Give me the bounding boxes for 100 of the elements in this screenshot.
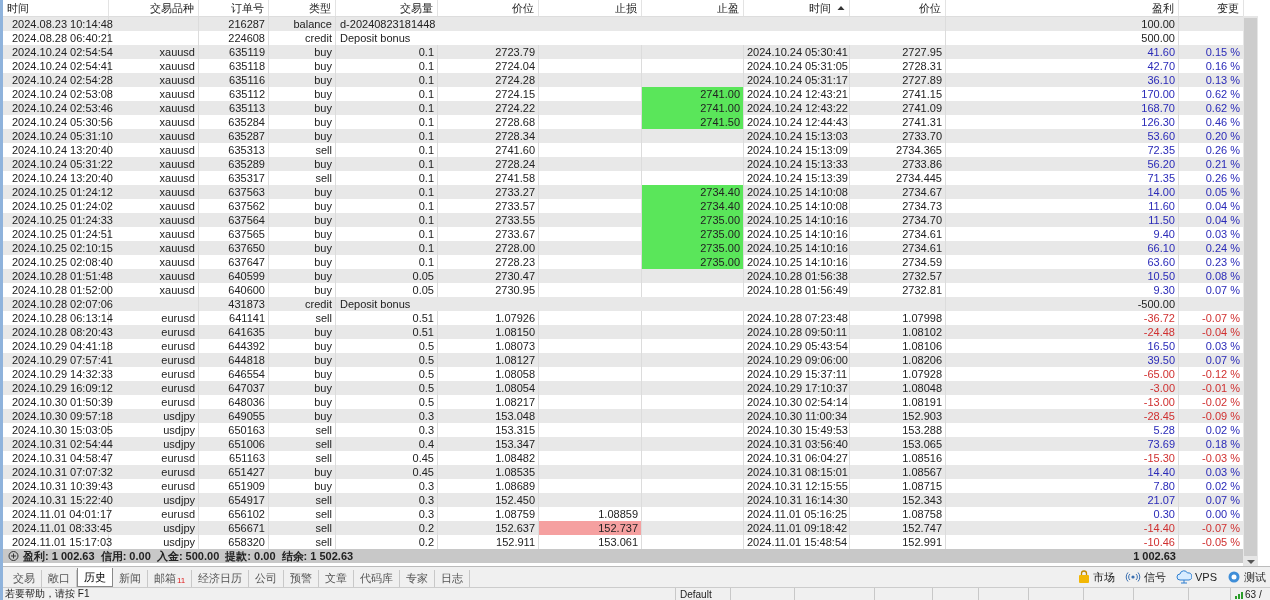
column-header[interactable]: 价位 (512, 0, 534, 16)
table-cell: 2024.10.28 02:07:06 (12, 297, 113, 311)
table-cell: 2735.00 (642, 213, 744, 227)
table-row[interactable]: 2024.10.25 02:10:15 xauusd 637650 buy 0.1 2728.00 2735.00 2024.10.25 14:10:16 2734.61 66.10 0.24 % (3, 241, 1243, 255)
tab[interactable]: 预警 (284, 570, 320, 587)
table-row[interactable]: 2024.10.24 02:54:28 xauusd 635116 buy 0.1 2724.28 2024.10.24 05:31:17 2727.89 36.10 0.13 % (3, 73, 1243, 87)
table-cell: 2735.00 (642, 241, 744, 255)
table-cell: 2024.10.30 01:50:39 (12, 395, 113, 409)
table-row[interactable]: 2024.10.30 09:57:18 usdjpy 649055 buy 0.3 153.048 2024.10.30 11:00:34 152.903 -28.45 -0.09 % (3, 409, 1243, 423)
tab[interactable]: 历史 (77, 568, 113, 587)
table-cell: 2024.10.24 05:31:10 (12, 129, 113, 143)
table-cell: 152.737 (539, 521, 642, 535)
table-cell: 2024.10.25 01:24:02 (12, 199, 113, 213)
summary-text: 盈利: 1 002.63 信用: 0.00 入金: 500.00 提款: 0.00 结余: 1 502.63 (23, 549, 354, 563)
table-row[interactable]: 2024.10.29 07:57:41 eurusd 644818 buy 0.5 1.08127 2024.10.29 09:06:00 1.08206 39.50 0.07 % (3, 353, 1243, 367)
table-cell: 2024.10.24 02:53:08 (12, 87, 113, 101)
broadcast-icon (1125, 571, 1141, 583)
table-cell: 2024.10.24 02:54:28 (12, 73, 113, 87)
table-row[interactable]: 2024.10.31 15:22:40 usdjpy 654917 sell 0.3 152.450 2024.10.31 16:14:30 152.343 21.07 0.07 % (3, 493, 1243, 507)
unread-count: 11 (177, 576, 186, 585)
tab[interactable]: 交易 (7, 570, 42, 587)
table-cell: 2024.10.29 16:09:12 (12, 381, 113, 395)
table-cell: 2024.10.30 15:03:05 (12, 423, 113, 437)
tab[interactable]: 新闻 (113, 570, 148, 587)
table-row[interactable]: 2024.10.28 08:20:43 eurusd 641635 buy 0.51 1.08150 2024.10.28 09:50:11 1.08102 -24.48 -0.04 % (3, 325, 1243, 339)
table-cell: d-20240823181448 (340, 18, 436, 30)
table-cell: 2024.10.24 05:30:56 (12, 115, 113, 129)
table-cell: 2024.10.29 07:57:41 (12, 353, 113, 367)
table-cell: 2024.08.23 10:14:48 (12, 17, 113, 31)
table-cell: 2741.00 (642, 87, 744, 101)
table-cell: 2024.10.31 07:07:32 (12, 465, 113, 479)
table-cell: 2024.10.24 13:20:40 (12, 171, 113, 185)
table-cell: 2024.08.28 06:40:21 (12, 31, 113, 45)
table-cell: 2734.40 (642, 199, 744, 213)
column-header[interactable]: 盈利 (1152, 0, 1174, 16)
table-cell: 2024.10.24 13:20:40 (12, 143, 113, 157)
table-row[interactable]: 2024.10.28 01:51:48 xauusd 640599 buy 0.05 2730.47 2024.10.28 01:56:38 2732.57 10.50 0.08 % (3, 269, 1243, 283)
table-cell: 2024.10.25 02:08:40 (12, 255, 113, 269)
table-row[interactable]: 2024.08.23 10:14:48 216287 balance d-20240823181448 100.00 (3, 17, 1243, 31)
table-cell: 2024.10.28 01:52:00 (12, 283, 113, 297)
table-cell: 2024.11.01 08:33:45 (12, 521, 113, 535)
column-header[interactable]: 变更 (1217, 0, 1239, 16)
table-cell: 2024.10.24 02:54:41 (12, 59, 113, 73)
profile-name: Default (680, 588, 712, 600)
table-row[interactable]: 2024.10.31 02:54:44 usdjpy 651006 sell 0.4 153.347 2024.10.31 03:56:40 153.065 73.69 0.18 % (3, 437, 1243, 451)
column-header[interactable]: 交易量 (400, 0, 433, 16)
table-row[interactable]: 2024.10.29 16:09:12 eurusd 647037 buy 0.5 1.08054 2024.10.29 17:10:37 1.08048 -3.00 -0.01 % (3, 381, 1243, 395)
signal-bars-icon (1235, 589, 1243, 599)
table-row[interactable]: 2024.10.31 07:07:32 eurusd 651427 buy 0.45 1.08535 2024.10.31 08:15:01 1.08567 14.40 0.03 % (3, 465, 1243, 479)
table-cell: 2024.10.28 01:51:48 (12, 269, 113, 283)
toolbar-button[interactable]: VPS (1176, 568, 1217, 586)
table-cell: 2024.10.29 04:41:18 (12, 339, 113, 353)
toolbar-button[interactable]: 市场 (1078, 568, 1115, 586)
table-cell: 2024.10.28 08:20:43 (12, 325, 113, 339)
toolbar-button[interactable]: 信号 (1125, 568, 1166, 586)
table-row[interactable]: 2024.10.28 02:07:06 431873 credit Deposit bonus -500.00 (3, 297, 1243, 311)
table-cell: Deposit bonus (340, 298, 411, 310)
table-cell: Deposit bonus (340, 32, 411, 44)
tab[interactable]: 文章 (319, 570, 355, 587)
toolbar-button[interactable]: 测试 (1227, 568, 1266, 586)
tab[interactable]: 日志 (435, 570, 471, 587)
tab[interactable]: 经济日历 (192, 570, 250, 587)
table-cell: 2024.10.24 02:54:54 (12, 45, 113, 59)
column-header[interactable]: 交易品种 (150, 0, 194, 16)
table-cell: 2024.10.31 02:54:44 (12, 437, 113, 451)
table-row[interactable]: 2024.10.24 02:53:46 xauusd 635113 buy 0.1 2724.22 2741.00 2024.10.24 12:43:22 2741.09 168.70 0.62 % (3, 101, 1243, 115)
tab[interactable]: 代码库 (354, 570, 401, 587)
table-row[interactable]: 2024.10.25 01:24:12 xauusd 637563 buy 0.1 2733.27 2734.40 2024.10.25 14:10:08 2734.67 14.00 0.05 % (3, 185, 1243, 199)
table-cell: 2741.50 (642, 115, 744, 129)
table-row[interactable]: 2024.10.24 05:31:10 xauusd 635287 buy 0.1 2728.34 2024.10.24 15:13:03 2733.70 53.60 0.20 % (3, 129, 1243, 143)
column-header[interactable]: 类型 (309, 0, 331, 16)
column-header[interactable]: 价位 (919, 0, 941, 16)
table-cell: 2735.00 (642, 227, 744, 241)
table-cell: 2024.10.24 02:53:46 (12, 101, 113, 115)
column-header[interactable]: 订单号 (231, 0, 264, 16)
column-header[interactable]: 止损 (615, 0, 637, 16)
table-cell: 2024.10.28 06:13:14 (12, 311, 113, 325)
column-header[interactable]: 时间 (7, 0, 29, 16)
status-text: 若要帮助，请按 F1 (4, 588, 91, 600)
table-cell: 2734.40 (642, 185, 744, 199)
tab[interactable]: 公司 (249, 570, 285, 587)
connection-status: 63 / (1245, 588, 1262, 600)
table-cell: 2024.10.29 14:32:33 (12, 367, 113, 381)
table-cell: 2024.10.31 04:58:47 (12, 451, 113, 465)
column-header[interactable]: 时间 (809, 0, 831, 16)
table-cell-text: 1 002.63 (1132, 549, 1177, 563)
table-row[interactable]: 2024.10.24 05:31:22 xauusd 635289 buy 0.1 2728.24 2024.10.24 15:13:33 2733.86 56.20 0.21 % (3, 157, 1243, 171)
table-row[interactable]: 2024.10.24 02:54:54 xauusd 635119 buy 0.1 2723.79 2024.10.24 05:30:41 2727.95 41.60 0.15 % (3, 45, 1243, 59)
tab[interactable]: 专家 (400, 570, 436, 587)
column-header[interactable]: 止盈 (717, 0, 739, 16)
table-cell: 2024.10.25 01:24:33 (12, 213, 113, 227)
table-row[interactable]: 2024.10.25 01:24:33 xauusd 637564 buy 0.1 2733.55 2735.00 2024.10.25 14:10:16 2734.70 11.50 0.04 % (3, 213, 1243, 227)
table-cell: 2024.10.30 09:57:18 (12, 409, 113, 423)
cloud-icon (1176, 570, 1192, 584)
table-cell: 2741.00 (642, 101, 744, 115)
table-row[interactable]: 2024.11.01 08:33:45 usdjpy 656671 sell 0.2 152.637 152.737 2024.11.01 09:18:42 152.747 -14.40 -0.07 % (3, 521, 1243, 535)
table-cell: 2024.11.01 15:17:03 (12, 535, 113, 549)
table-cell: 2024.10.25 01:24:51 (12, 227, 113, 241)
table-cell: 2024.11.01 04:01:17 (12, 507, 113, 521)
table-cell: 2024.10.31 10:39:43 (12, 479, 113, 493)
